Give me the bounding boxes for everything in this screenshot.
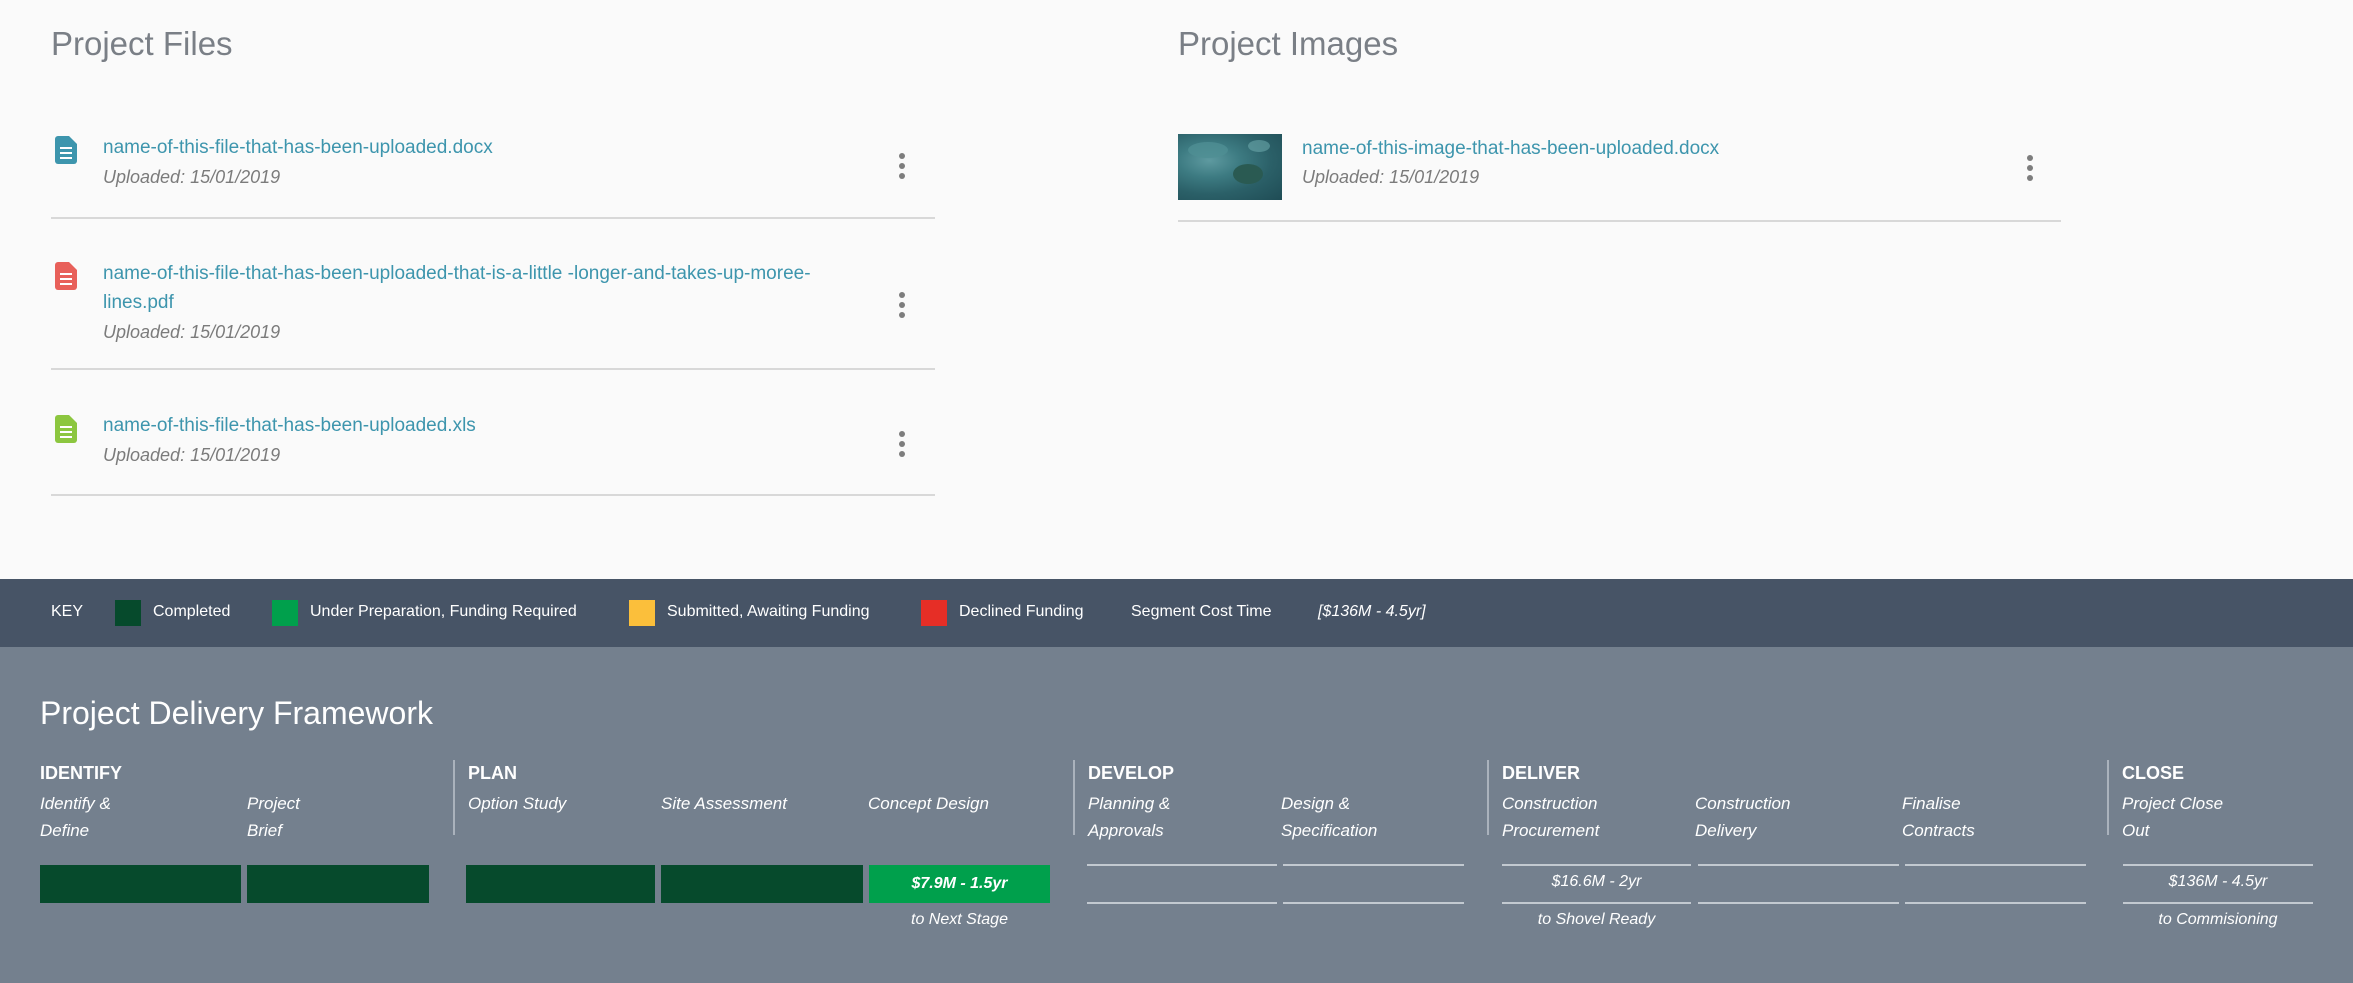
file-name-line-2: lines.pdf xyxy=(103,292,174,313)
file-row-docx: name-of-this-file-that-has-been-uploaded… xyxy=(51,115,935,219)
slot-finalise-contracts[interactable] xyxy=(1905,864,2086,904)
more-options-icon[interactable] xyxy=(897,292,907,318)
legend-label-under-preparation: Under Preparation, Funding Required xyxy=(310,603,577,620)
close-note: to Commisioning xyxy=(2158,911,2278,928)
slot-planning-approvals[interactable] xyxy=(1087,864,1277,904)
legend-swatch-under-preparation xyxy=(272,600,298,626)
phase-deliver: DELIVER xyxy=(1502,763,1581,783)
bar-project-brief[interactable] xyxy=(247,865,429,903)
more-options-icon[interactable] xyxy=(897,431,907,457)
step-line: Project xyxy=(247,794,300,813)
bar-concept-design[interactable]: $7.9M - 1.5yr xyxy=(869,865,1050,903)
image-link[interactable]: name-of-this-image-that-has-been-uploade… xyxy=(1302,134,1719,163)
step-line: Delivery xyxy=(1695,821,1757,840)
project-files-title: Project Files xyxy=(51,25,233,62)
delivery-framework: Project Delivery Framework IDENTIFY Iden… xyxy=(0,647,2353,983)
step-construction-procurement: Construction Procurement xyxy=(1502,790,1599,844)
step-line: Brief xyxy=(247,821,282,840)
bar-site-assessment[interactable] xyxy=(661,865,863,903)
step-site-assessment: Site Assessment xyxy=(661,794,787,813)
step-planning-approvals: Planning & Approvals xyxy=(1088,790,1170,844)
file-row-pdf: name-of-this-file-that-has-been-uploaded… xyxy=(51,240,935,370)
phase-close: CLOSE xyxy=(2122,763,2185,783)
step-line: Specification xyxy=(1281,821,1378,840)
phase-divider xyxy=(453,760,455,835)
legend-label-submitted: Submitted, Awaiting Funding xyxy=(667,603,870,620)
legend-label-completed: Completed xyxy=(153,603,231,620)
file-link[interactable]: name-of-this-file-that-has-been-uploaded… xyxy=(103,259,811,317)
step-option-study: Option Study xyxy=(468,794,567,813)
phase-divider xyxy=(1073,760,1075,835)
file-upload-date: Uploaded: 15/01/2019 xyxy=(103,322,281,342)
step-line: Define xyxy=(40,821,90,840)
step-project-brief: Project Brief xyxy=(247,790,300,844)
step-line: Procurement xyxy=(1502,821,1600,840)
image-upload-date: Uploaded: 15/01/2019 xyxy=(1302,167,1480,187)
step-line: Planning & xyxy=(1088,794,1171,813)
more-options-icon[interactable] xyxy=(897,153,907,179)
step-project-close-out: Project Close Out xyxy=(2122,790,2223,844)
bar-option-study[interactable] xyxy=(466,865,655,903)
file-upload-date: Uploaded: 15/01/2019 xyxy=(103,445,281,465)
slot-construction-delivery[interactable] xyxy=(1698,864,1899,904)
legend-swatch-declined xyxy=(921,600,947,626)
image-thumbnail[interactable] xyxy=(1178,134,1282,200)
phase-identify: IDENTIFY xyxy=(40,763,123,783)
step-line: Project Close xyxy=(2122,794,2224,813)
framework-title: Project Delivery Framework xyxy=(40,695,433,731)
phase-plan: PLAN xyxy=(468,763,517,783)
xls-file-icon xyxy=(55,415,77,443)
more-options-icon[interactable] xyxy=(2025,155,2035,181)
step-line: Approvals xyxy=(1088,821,1164,840)
step-line: Out xyxy=(2122,821,2150,840)
step-construction-delivery: Construction Delivery xyxy=(1695,790,1790,844)
slot-project-close-out-value: $136M - 4.5yr xyxy=(2168,873,2268,890)
step-line: Design & xyxy=(1281,794,1350,813)
step-design-specification: Design & Specification xyxy=(1281,790,1377,844)
step-concept-design: Concept Design xyxy=(868,794,989,813)
file-row-xls: name-of-this-file-that-has-been-uploaded… xyxy=(51,391,935,496)
slot-design-specification[interactable] xyxy=(1283,864,1464,904)
image-row: name-of-this-image-that-has-been-uploade… xyxy=(1178,115,2061,222)
slot-construction-procurement-value: $16.6M - 2yr xyxy=(1551,873,1642,890)
file-upload-date: Uploaded: 15/01/2019 xyxy=(103,167,281,187)
phase-divider xyxy=(2107,760,2109,835)
legend-segment-label: Segment Cost Time xyxy=(1131,603,1272,620)
phase-divider xyxy=(1487,760,1489,835)
deliver-note: to Shovel Ready xyxy=(1537,911,1656,928)
step-line: Construction xyxy=(1502,794,1598,813)
legend-swatch-submitted xyxy=(629,600,655,626)
step-line: Contracts xyxy=(1902,821,1975,840)
legend-segment-example: [$136M - 4.5yr] xyxy=(1318,603,1426,620)
legend-label-declined: Declined Funding xyxy=(959,603,1084,620)
file-link[interactable]: name-of-this-file-that-has-been-uploaded… xyxy=(103,411,476,440)
doc-file-icon xyxy=(55,136,77,164)
legend-key-label: KEY xyxy=(51,603,84,620)
file-name-line-1: name-of-this-file-that-has-been-uploaded… xyxy=(103,263,811,284)
step-identify-define: Identify & Define xyxy=(40,790,111,844)
plan-note: to Next Stage xyxy=(911,911,1008,928)
pdf-file-icon xyxy=(55,262,77,290)
project-images-title: Project Images xyxy=(1178,25,1399,62)
step-line: Identify & xyxy=(40,794,111,813)
phase-develop: DEVELOP xyxy=(1088,763,1175,783)
step-line: Construction xyxy=(1695,794,1791,813)
bar-identify-define[interactable] xyxy=(40,865,241,903)
legend-swatch-completed xyxy=(115,600,141,626)
step-finalise-contracts: Finalise Contracts xyxy=(1902,790,1975,844)
step-line: Finalise xyxy=(1902,794,1961,813)
legend-bar: KEY Completed Under Preparation, Funding… xyxy=(0,579,2353,647)
file-link[interactable]: name-of-this-file-that-has-been-uploaded… xyxy=(103,133,493,162)
